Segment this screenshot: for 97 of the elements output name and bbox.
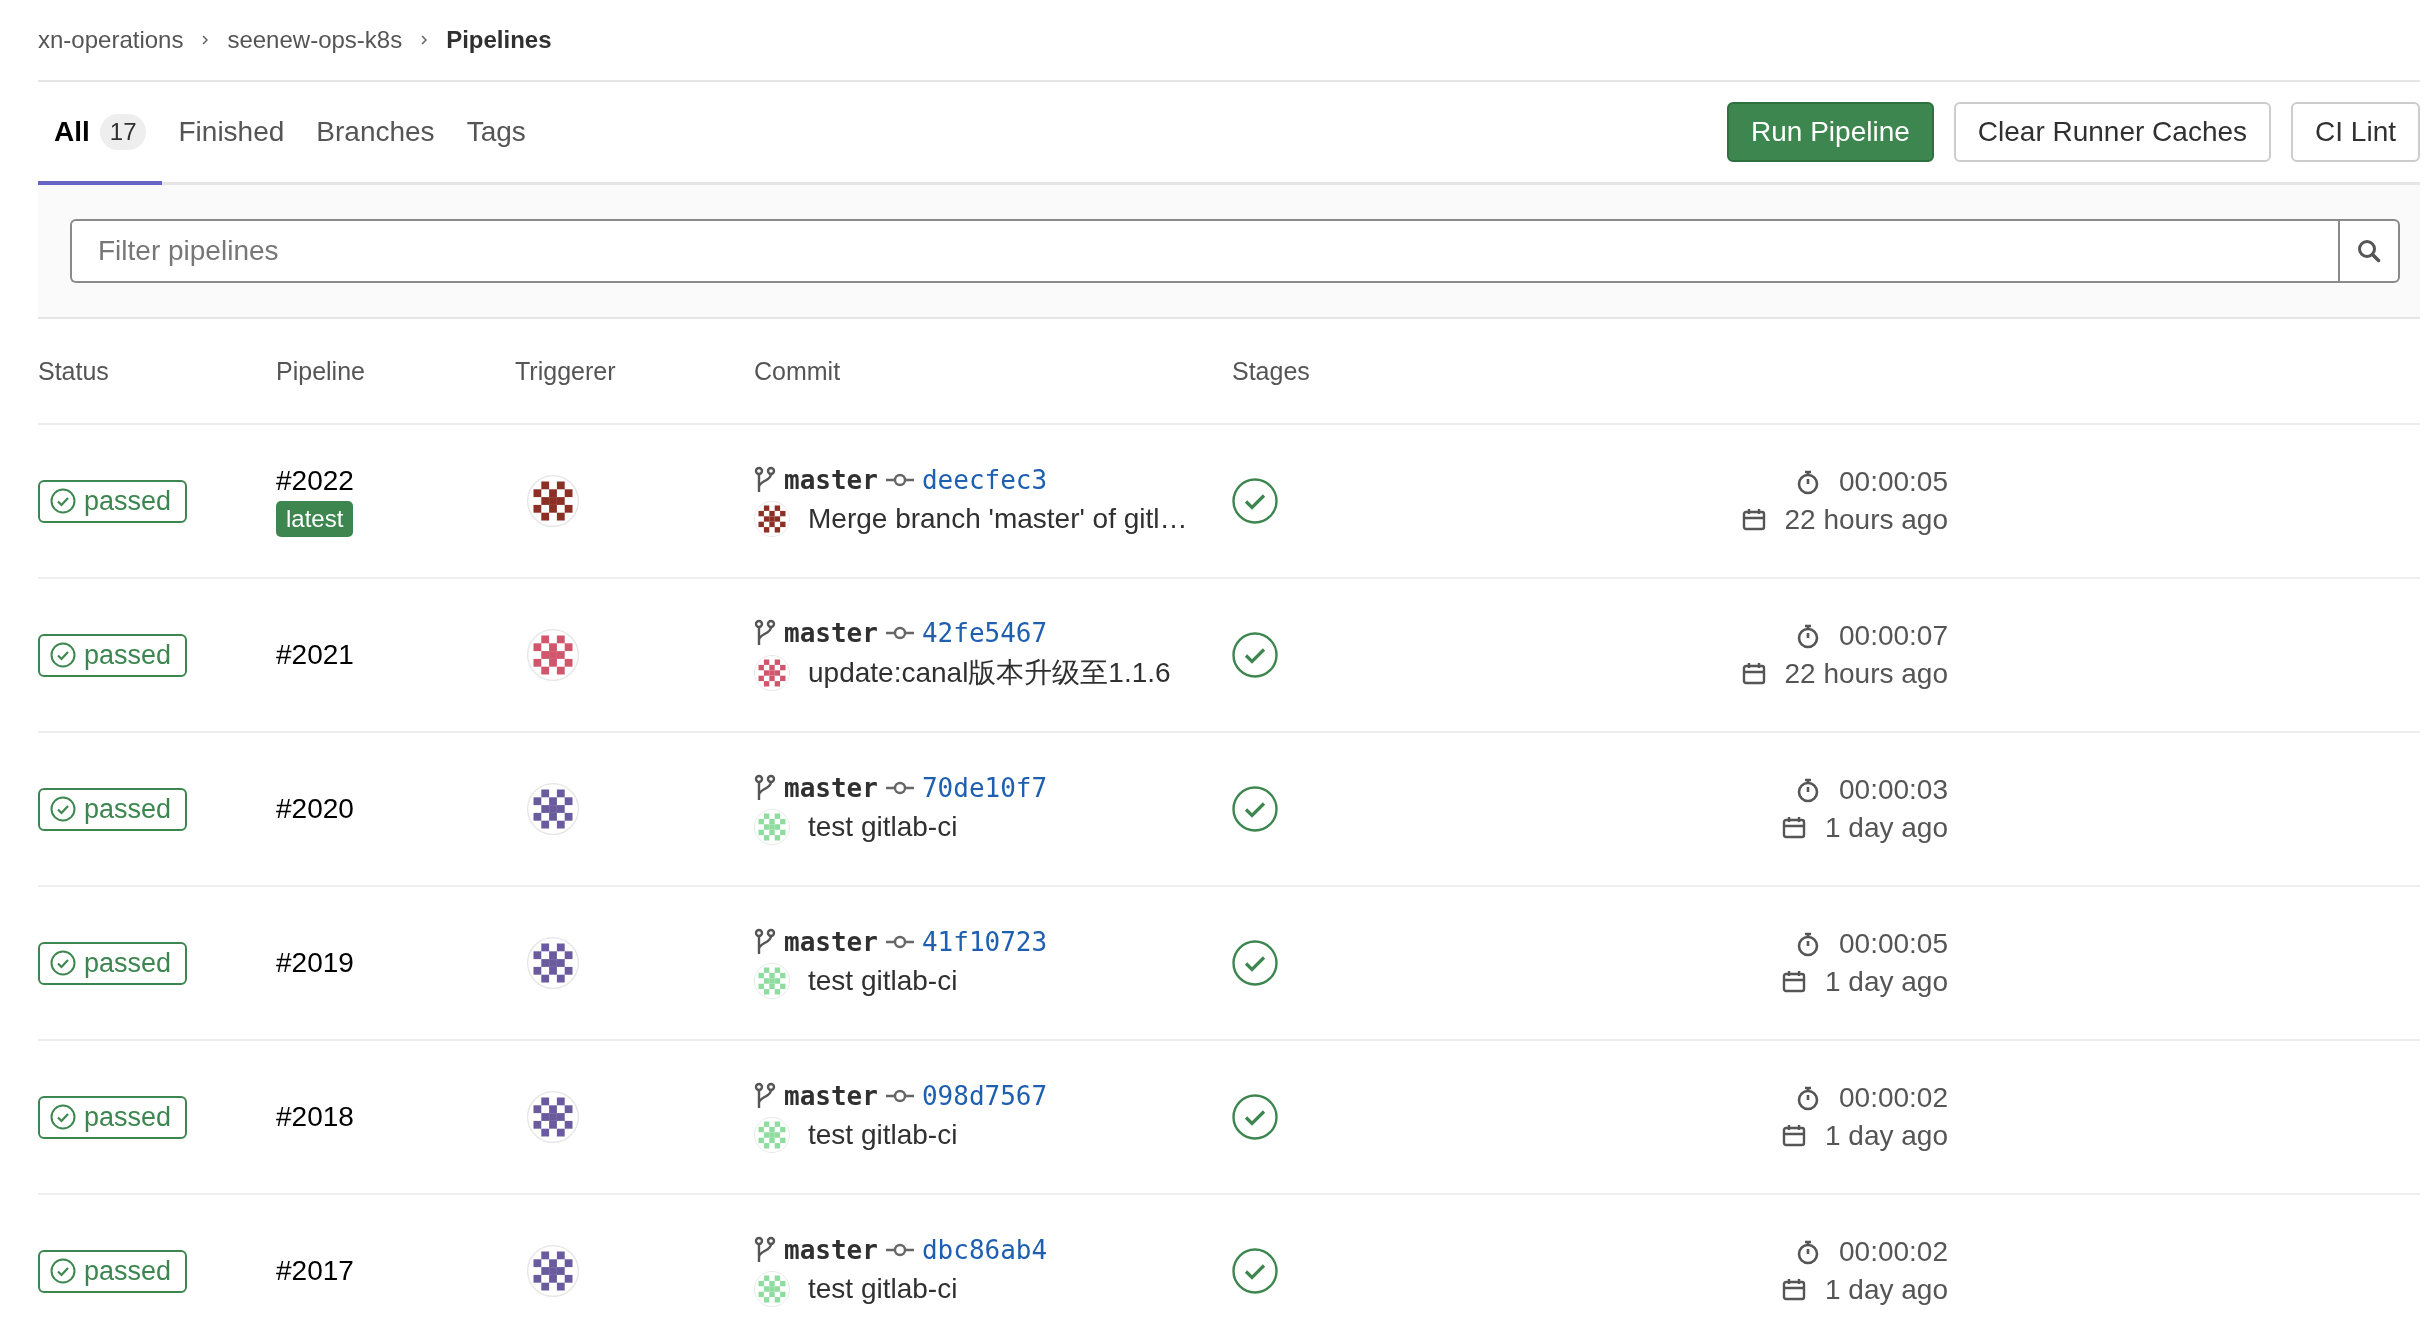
- branch-name: master: [784, 927, 878, 957]
- stage-passed-icon[interactable]: [1232, 786, 1278, 832]
- stage-passed-icon[interactable]: [1232, 478, 1278, 524]
- check-circle-icon: [50, 1104, 76, 1130]
- pipeline-link[interactable]: #2017: [276, 1255, 354, 1287]
- branch-icon: [754, 619, 776, 647]
- finished-time: 1 day ago: [1825, 1274, 1948, 1306]
- search-field[interactable]: Filter pipelines: [70, 219, 2338, 283]
- check-circle-icon: [50, 950, 76, 976]
- commit-sha-link[interactable]: 42fe5467: [921, 618, 1048, 648]
- duration-text: 00:00:02: [1839, 1082, 1948, 1114]
- timer-icon: [1795, 1239, 1821, 1265]
- calendar-icon: [1781, 1277, 1807, 1303]
- calendar-icon: [1781, 815, 1807, 841]
- breadcrumb-link[interactable]: Pipelines: [446, 26, 552, 54]
- check-circle-icon: [50, 488, 76, 514]
- column-header: Triggerer: [515, 356, 616, 386]
- commit-sha-link[interactable]: 098d7567: [921, 1081, 1048, 1111]
- duration-text: 00:00:02: [1839, 1236, 1948, 1268]
- status-badge[interactable]: passed: [38, 941, 188, 985]
- status-badge[interactable]: passed: [38, 633, 188, 677]
- branch-icon: [754, 1082, 776, 1110]
- status-badge[interactable]: passed: [38, 1249, 188, 1293]
- stage-passed-icon[interactable]: [1232, 1248, 1278, 1294]
- commit-icon: [885, 935, 914, 949]
- branch-name: master: [784, 1081, 878, 1111]
- pipeline-link[interactable]: #2022: [276, 465, 354, 497]
- tab[interactable]: Branches: [300, 82, 451, 185]
- check-circle-icon: [50, 642, 76, 668]
- branch-name: master: [784, 465, 878, 495]
- pipeline-link[interactable]: #2019: [276, 947, 354, 979]
- column-header: Commit: [754, 356, 841, 386]
- column-header: Stages: [1232, 356, 1310, 386]
- commit-icon: [885, 1089, 914, 1103]
- status-badge[interactable]: passed: [38, 1095, 188, 1139]
- column-header: Status: [38, 356, 109, 386]
- count-badge: 17: [99, 113, 147, 150]
- calendar-icon: [1740, 661, 1767, 687]
- branch-icon: [754, 466, 776, 494]
- commit-sha-link[interactable]: dbc86ab4: [921, 1235, 1048, 1265]
- breadcrumb-link[interactable]: seenew-ops-k8s: [227, 26, 403, 54]
- timer-icon: [1795, 469, 1821, 495]
- branch-name: master: [784, 773, 878, 803]
- run-pipeline-button[interactable]: Run Pipeline: [1727, 102, 1934, 162]
- search-icon: [2356, 238, 2382, 264]
- stage-passed-icon[interactable]: [1232, 940, 1278, 986]
- tab[interactable]: Tags: [450, 82, 542, 185]
- check-circle-icon: [50, 1258, 76, 1284]
- stage-passed-icon[interactable]: [1232, 1094, 1278, 1140]
- commit-message-link[interactable]: test gitlab-ci: [808, 1119, 958, 1151]
- column-header: Pipeline: [276, 356, 365, 386]
- timer-icon: [1795, 1085, 1821, 1111]
- calendar-icon: [1781, 1123, 1807, 1149]
- commit-message-link[interactable]: update:canal版本升级至1.1.6: [808, 654, 1171, 692]
- finished-time: 22 hours ago: [1784, 504, 1948, 536]
- search-button[interactable]: [2338, 219, 2400, 283]
- timer-icon: [1795, 623, 1821, 649]
- commit-sha-link[interactable]: deecfec3: [921, 465, 1048, 495]
- duration-text: 00:00:03: [1839, 774, 1948, 806]
- commit-sha-link[interactable]: 70de10f7: [921, 773, 1048, 803]
- pipeline-link[interactable]: #2020: [276, 793, 354, 825]
- branch-name: master: [784, 1235, 878, 1265]
- duration-text: 00:00:05: [1839, 928, 1948, 960]
- commit-icon: [885, 1243, 914, 1257]
- commit-icon: [885, 473, 914, 487]
- finished-time: 1 day ago: [1825, 812, 1948, 844]
- commit-icon: [885, 781, 914, 795]
- calendar-icon: [1781, 969, 1807, 995]
- commit-message-link[interactable]: Merge branch 'master' of gitl…: [808, 503, 1188, 535]
- duration-text: 00:00:07: [1839, 620, 1948, 652]
- timer-icon: [1795, 931, 1821, 957]
- branch-icon: [754, 1236, 776, 1264]
- status-badge[interactable]: passed: [38, 479, 188, 523]
- branch-icon: [754, 774, 776, 802]
- finished-time: 22 hours ago: [1784, 658, 1948, 690]
- check-circle-icon: [50, 796, 76, 822]
- pipeline-link[interactable]: #2021: [276, 639, 354, 671]
- pipeline-link[interactable]: #2018: [276, 1101, 354, 1133]
- duration-text: 00:00:05: [1839, 466, 1948, 498]
- commit-message-link[interactable]: test gitlab-ci: [808, 811, 958, 843]
- toolbar-button[interactable]: CI Lint: [2291, 102, 2420, 162]
- commit-sha-link[interactable]: 41f10723: [921, 927, 1048, 957]
- breadcrumb-link[interactable]: xn-operations: [38, 26, 184, 54]
- branch-name: master: [784, 618, 878, 648]
- toolbar-button[interactable]: Clear Runner Caches: [1953, 102, 2272, 162]
- latest-badge: latest: [276, 501, 354, 537]
- tab[interactable]: Finished: [162, 82, 301, 185]
- branch-icon: [754, 928, 776, 956]
- commit-icon: [885, 626, 914, 640]
- commit-message-link[interactable]: test gitlab-ci: [808, 1273, 958, 1305]
- stage-passed-icon[interactable]: [1232, 632, 1278, 678]
- finished-time: 1 day ago: [1825, 1120, 1948, 1152]
- timer-icon: [1795, 777, 1821, 803]
- commit-message-link[interactable]: test gitlab-ci: [808, 965, 958, 997]
- calendar-icon: [1740, 507, 1767, 533]
- status-badge[interactable]: passed: [38, 787, 188, 831]
- finished-time: 1 day ago: [1825, 966, 1948, 998]
